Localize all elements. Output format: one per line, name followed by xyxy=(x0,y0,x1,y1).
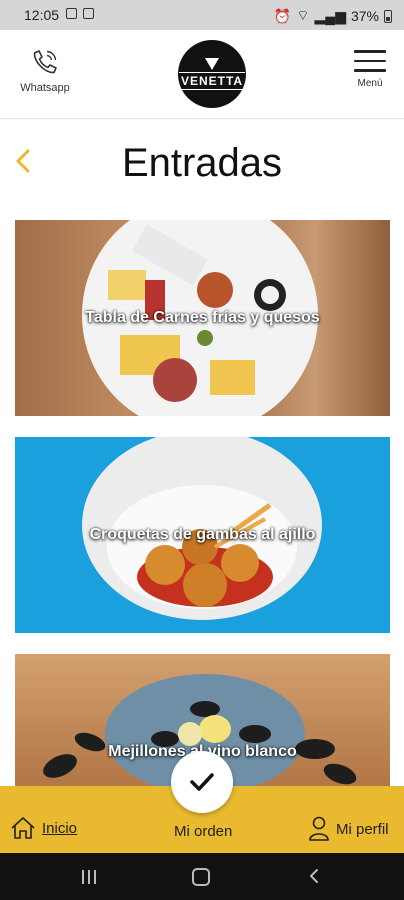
checkmark-icon xyxy=(190,773,214,791)
whatsapp-label: Whatsapp xyxy=(20,82,70,94)
alarm-icon: ⏰ xyxy=(273,7,292,24)
signal-icon: ▂▄▆ xyxy=(314,7,346,24)
system-navigation-bar xyxy=(0,853,404,900)
nav-profile-label: Mi perfil xyxy=(336,820,389,838)
battery-percent: 37% xyxy=(350,8,379,24)
recent-apps-button[interactable] xyxy=(82,870,96,884)
app-header: Whatsapp VENETTA Menú xyxy=(0,30,404,119)
app-notification-icon xyxy=(83,8,94,19)
logo-text: VENETTA xyxy=(178,72,246,90)
nav-home[interactable]: Inicio xyxy=(10,816,77,840)
system-back-icon xyxy=(310,869,318,883)
venetta-logo[interactable]: VENETTA xyxy=(178,40,246,108)
logo-glass-icon xyxy=(205,58,219,70)
hamburger-icon xyxy=(354,50,386,72)
phone-icon xyxy=(33,50,57,74)
menu-item-list: Tabla de Carnes frías y quesos Croquetas… xyxy=(15,220,390,786)
system-back-button[interactable] xyxy=(308,868,320,889)
menu-item-label: Croquetas de gambas al ajillo xyxy=(89,526,316,543)
nav-order[interactable]: Mi orden xyxy=(174,823,232,840)
whatsapp-button[interactable]: Whatsapp xyxy=(14,48,76,94)
page-title: Entradas xyxy=(121,141,283,185)
system-home-button[interactable] xyxy=(192,868,210,886)
title-row: Entradas xyxy=(0,119,404,215)
notification-icons xyxy=(66,8,94,19)
nav-profile[interactable]: Mi perfil xyxy=(308,816,389,842)
image-icon xyxy=(66,8,77,19)
confirm-order-button[interactable] xyxy=(171,751,233,813)
menu-item-card[interactable]: Croquetas de gambas al ajillo xyxy=(15,437,390,633)
menu-label: Menú xyxy=(357,77,383,89)
status-indicators: ⏰ ⌔ ▂▄▆ 37% xyxy=(274,7,392,25)
wifi-icon: ⌔ xyxy=(296,7,310,23)
nav-order-label: Mi orden xyxy=(174,823,233,840)
menu-item-card[interactable]: Tabla de Carnes frías y quesos xyxy=(15,220,390,416)
menu-button[interactable]: Menú xyxy=(354,50,386,89)
home-icon xyxy=(11,817,35,839)
battery-icon xyxy=(384,9,392,23)
menu-item-label: Tabla de Carnes frías y quesos xyxy=(85,309,320,326)
status-bar: 12:05 ⏰ ⌔ ▂▄▆ 37% xyxy=(0,0,404,30)
user-icon xyxy=(309,816,329,841)
nav-home-label: Inicio xyxy=(42,819,78,837)
status-time: 12:05 xyxy=(24,7,60,23)
